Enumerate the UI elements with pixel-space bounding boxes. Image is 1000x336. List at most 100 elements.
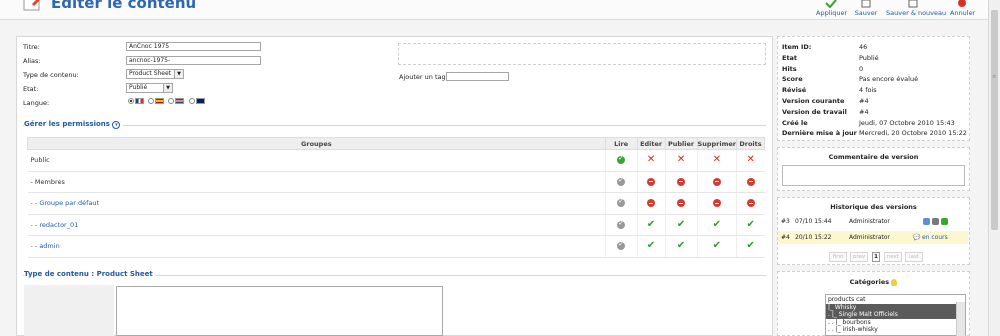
history-status: en cours <box>922 234 948 241</box>
permission-cell[interactable] <box>735 171 765 193</box>
pager-first[interactable]: first <box>829 252 847 262</box>
language-radio-en[interactable] <box>188 98 195 104</box>
title-label: Titre: <box>23 43 40 51</box>
table-row: - - Groupe par défaut <box>27 192 765 215</box>
state-select[interactable]: Publié ▼ <box>126 83 173 93</box>
category-item[interactable]: |_ Whisky <box>826 303 956 312</box>
group-name: Public <box>27 149 606 172</box>
save-new-button[interactable]: Sauver & nouveau <box>886 0 946 19</box>
inherited-deny-icon <box>647 177 656 186</box>
zoom-icon[interactable] <box>932 218 939 225</box>
history-row: #3 07/10 15:44 Administrator <box>778 215 968 228</box>
permission-cell[interactable] <box>735 192 765 215</box>
save-button[interactable]: Sauver <box>854 0 878 19</box>
history-title: Historique des versions <box>830 203 917 211</box>
permission-cell[interactable]: ✔ <box>636 235 666 258</box>
categories-scrollbar[interactable] <box>956 302 965 336</box>
permission-cell[interactable]: ✕ <box>735 149 765 172</box>
info-value: Pas encore évalué <box>859 75 919 84</box>
info-key: Item ID: <box>782 43 812 51</box>
info-value: Publié <box>859 53 879 62</box>
allow-check-icon: ✔ <box>746 218 755 230</box>
pager-1[interactable]: 1 <box>872 252 880 262</box>
chevron-down-icon: ▼ <box>174 70 183 78</box>
info-value: 0 <box>859 64 864 73</box>
info-value: 4 fois <box>859 86 877 95</box>
inherited-deny-icon <box>712 199 721 208</box>
page-scrollbar[interactable]: ≡ <box>988 0 1000 336</box>
inherited-allow-grey-icon <box>617 219 626 229</box>
permission-cell[interactable] <box>604 235 638 258</box>
inherited-allow-grey-icon <box>617 240 626 251</box>
type-select[interactable]: Product Sheet ▼ <box>126 69 184 79</box>
pager-prev[interactable]: prev <box>850 252 868 262</box>
permission-cell[interactable]: ✔ <box>696 235 737 258</box>
permission-cell[interactable]: ✕ <box>636 149 666 172</box>
deny-x-icon: ✕ <box>746 154 755 166</box>
language-radio-es[interactable] <box>148 98 155 104</box>
col-read: Lire <box>604 137 638 150</box>
group-name[interactable]: - - Groupe par défaut <box>27 192 606 215</box>
permission-cell[interactable]: ✔ <box>664 235 698 258</box>
version-comment-textarea[interactable] <box>782 165 965 186</box>
tag-input[interactable] <box>446 72 509 81</box>
group-name[interactable]: - - redactor_01 <box>27 214 606 236</box>
inherited-allow-grey-icon <box>617 197 626 208</box>
permission-cell[interactable] <box>604 192 638 215</box>
category-item[interactable]: products cat <box>826 296 956 304</box>
restore-icon[interactable] <box>941 218 948 225</box>
category-item[interactable]: . . |_ bourbons <box>826 319 956 327</box>
info-key: Version courante <box>782 97 845 105</box>
alias-input[interactable]: ancnoc-1975- <box>126 56 261 65</box>
table-row: - - redactor_01 ✔ ✔ ✔ ✔ <box>27 214 765 236</box>
permission-cell[interactable] <box>664 171 698 193</box>
comment-icon[interactable] <box>923 218 930 225</box>
permission-cell[interactable] <box>696 192 737 215</box>
language-radio-nl[interactable] <box>168 98 175 104</box>
permission-cell[interactable]: ✔ <box>735 214 765 236</box>
table-row: - - admin ✔ ✔ ✔ ✔ <box>27 235 765 258</box>
inherited-deny-icon <box>677 177 686 186</box>
group-name[interactable]: - - admin <box>27 235 606 258</box>
permission-cell[interactable] <box>604 171 638 193</box>
permission-cell[interactable]: ✔ <box>735 235 765 258</box>
comment-icon: 💬 <box>913 234 921 241</box>
cancel-label: Annuler <box>950 9 976 17</box>
scrollbar-thumb[interactable] <box>991 10 998 230</box>
info-key: Créé le <box>782 118 808 127</box>
tag-label: Ajouter un tag: <box>399 73 448 81</box>
info-value: Mercredi, 20 Octobre 2010 15:22 <box>859 129 967 138</box>
permission-cell[interactable]: ✔ <box>696 214 737 236</box>
permissions-title[interactable]: Gérer les permissions ▾ <box>24 120 124 129</box>
apply-button[interactable]: Appliquer <box>816 0 847 19</box>
cancel-icon <box>958 0 966 7</box>
permission-cell[interactable] <box>696 171 737 193</box>
table-row: - Membres <box>27 171 765 193</box>
category-item[interactable]: . |_ Single Malt Officiels <box>826 311 956 319</box>
content-editor-area[interactable] <box>116 286 443 336</box>
pager-next[interactable]: next <box>884 252 902 262</box>
language-radio-fr[interactable] <box>128 98 134 104</box>
inherited-deny-icon <box>712 177 721 186</box>
allow-check-icon: ✔ <box>646 240 656 252</box>
content-type-sidebar <box>24 285 114 336</box>
permission-cell[interactable] <box>604 214 638 236</box>
permission-cell[interactable] <box>604 149 638 172</box>
permission-cell[interactable]: ✔ <box>664 214 698 236</box>
save-icon <box>861 0 871 8</box>
permission-cell[interactable] <box>636 171 666 193</box>
permission-cell[interactable]: ✔ <box>636 214 666 236</box>
cancel-button[interactable]: Annuler <box>950 0 976 19</box>
info-key: Hits <box>782 64 797 73</box>
permission-cell[interactable]: ✕ <box>696 149 737 172</box>
history-date: 07/10 15:44 <box>795 218 832 225</box>
permission-cell[interactable] <box>636 192 666 215</box>
deny-x-icon: ✕ <box>712 154 721 166</box>
category-item[interactable]: . . |_ irish-whisky <box>826 326 956 334</box>
permission-cell[interactable]: ✕ <box>664 149 698 172</box>
title-input[interactable]: AnCnoc 1975 <box>126 42 261 51</box>
permission-cell[interactable] <box>664 192 698 215</box>
group-name: - Membres <box>27 171 606 193</box>
scrollbar-grip-icon: ≡ <box>992 74 997 80</box>
pager-last[interactable]: last <box>905 252 923 262</box>
